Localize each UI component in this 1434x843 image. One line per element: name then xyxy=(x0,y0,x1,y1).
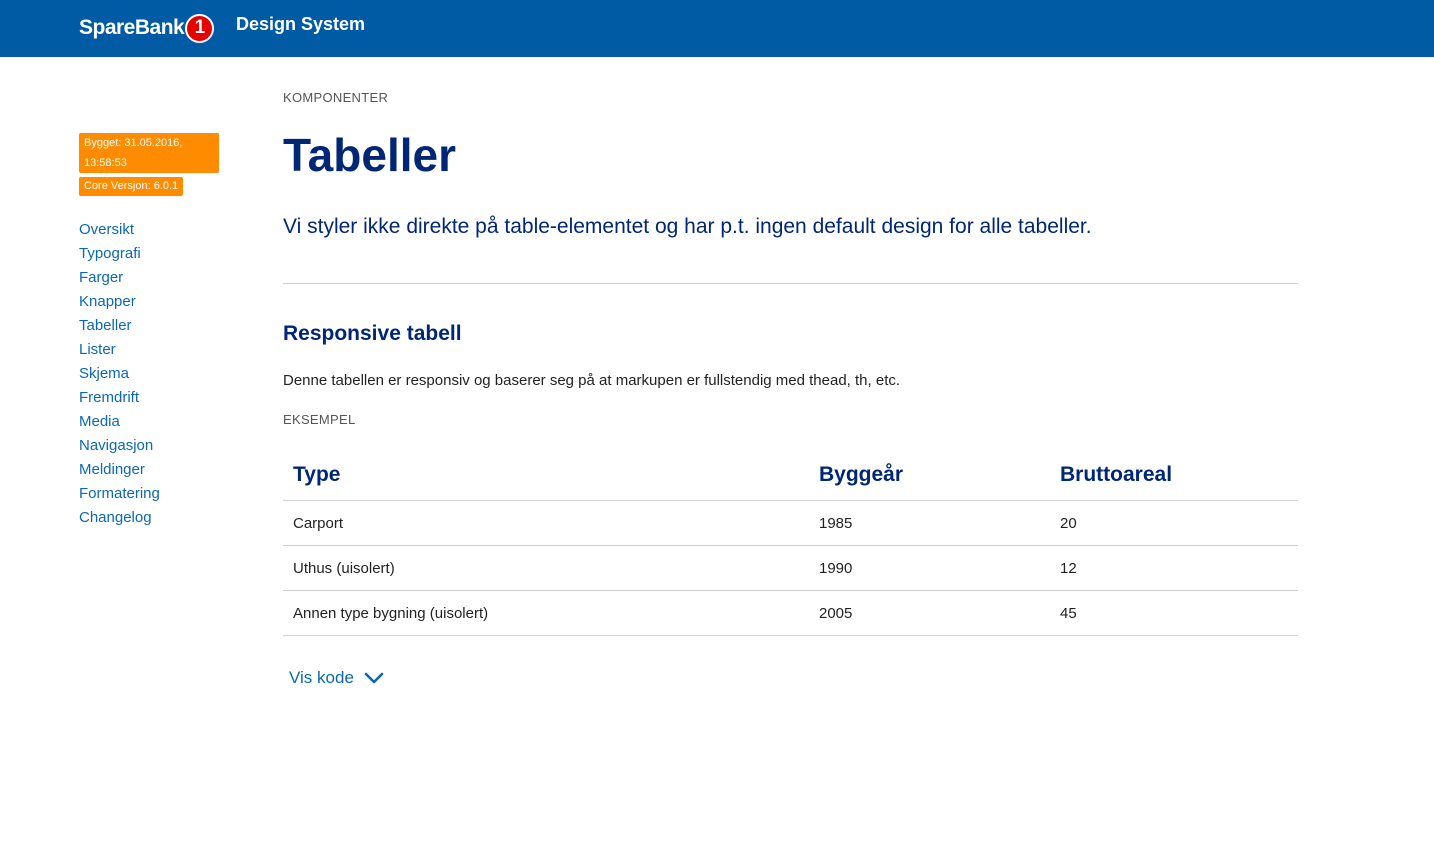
column-header-type: Type xyxy=(283,450,809,501)
table-cell: Uthus (uisolert) xyxy=(283,545,809,591)
sidebar-link[interactable]: Knapper xyxy=(79,293,136,310)
sidebar-item-navigasjon: Navigasjon xyxy=(79,434,160,458)
sidebar-link[interactable]: Typografi xyxy=(79,245,141,262)
sidebar-item-formatering: Formatering xyxy=(79,482,160,506)
category-label: KOMPONENTER xyxy=(283,90,389,105)
sidebar-nav: Oversikt Typografi Farger Knapper Tabell… xyxy=(79,218,160,530)
sidebar-item-fremdrift: Fremdrift xyxy=(79,386,160,410)
table-row: Uthus (uisolert) 1990 12 xyxy=(283,545,1298,591)
sidebar-link[interactable]: Tabeller xyxy=(79,317,132,334)
sidebar-link[interactable]: Media xyxy=(79,413,120,430)
logo-text: SpareBank xyxy=(79,16,185,39)
core-version-badge: Core Versjon: 6.0.1 xyxy=(79,177,184,196)
sidebar-item-knapper: Knapper xyxy=(79,290,160,314)
sidebar-item-meldinger: Meldinger xyxy=(79,458,160,482)
sidebar-item-typografi: Typografi xyxy=(79,242,160,266)
table-cell: 20 xyxy=(1050,500,1298,546)
table-cell: 45 xyxy=(1050,590,1298,636)
table-cell: 12 xyxy=(1050,545,1298,591)
page-title: Tabeller xyxy=(283,129,456,181)
table-header-row: Type Byggeår Bruttoareal xyxy=(283,450,1298,501)
table-row: Annen type bygning (uisolert) 2005 45 xyxy=(283,590,1298,636)
sidebar-item-media: Media xyxy=(79,410,160,434)
sidebar: Bygget: 31.05.2016, 13:58:53 Core Versjo… xyxy=(79,133,239,526)
site-title[interactable]: Design System xyxy=(236,14,365,35)
table-cell: 2005 xyxy=(809,590,1050,636)
table-cell: Carport xyxy=(283,500,809,546)
sidebar-link[interactable]: Skjema xyxy=(79,365,129,382)
show-code-toggle[interactable]: Vis kode xyxy=(289,668,384,688)
divider xyxy=(283,283,1298,284)
table-cell: 1985 xyxy=(809,500,1050,546)
sidebar-item-oversikt: Oversikt xyxy=(79,218,160,242)
example-table: Type Byggeår Bruttoareal Carport 1985 20… xyxy=(283,450,1298,636)
section-description: Denne tabellen er responsiv og baserer s… xyxy=(283,372,901,389)
logo-badge-icon: 1 xyxy=(185,13,215,43)
sparebank-logo[interactable]: SpareBank 1 xyxy=(79,12,215,44)
section-title: Responsive tabell xyxy=(283,322,462,345)
show-code-label: Vis kode xyxy=(289,668,354,687)
sidebar-link[interactable]: Navigasjon xyxy=(79,437,153,454)
sidebar-item-lister: Lister xyxy=(79,338,160,362)
sidebar-link[interactable]: Oversikt xyxy=(79,221,134,238)
sidebar-item-skjema: Skjema xyxy=(79,362,160,386)
column-header-area: Bruttoareal xyxy=(1050,450,1298,501)
sidebar-link[interactable]: Meldinger xyxy=(79,461,145,478)
column-header-year: Byggeår xyxy=(809,450,1050,501)
table-cell: Annen type bygning (uisolert) xyxy=(283,590,809,636)
lead-paragraph: Vi styler ikke direkte på table-elemente… xyxy=(283,215,1092,238)
chevron-down-icon xyxy=(364,672,384,684)
sidebar-item-farger: Farger xyxy=(79,266,160,290)
table-row: Carport 1985 20 xyxy=(283,500,1298,546)
top-bar: SpareBank 1 Design System xyxy=(0,0,1434,57)
sidebar-link[interactable]: Changelog xyxy=(79,509,152,526)
example-label: EKSEMPEL xyxy=(283,412,356,427)
sidebar-link[interactable]: Formatering xyxy=(79,485,160,502)
sidebar-link[interactable]: Farger xyxy=(79,269,123,286)
table-cell: 1990 xyxy=(809,545,1050,591)
build-badge: Bygget: 31.05.2016, 13:58:53 xyxy=(79,133,219,173)
sidebar-item-changelog: Changelog xyxy=(79,506,160,530)
sidebar-link[interactable]: Lister xyxy=(79,341,116,358)
sidebar-link[interactable]: Fremdrift xyxy=(79,389,139,406)
sidebar-item-tabeller: Tabeller xyxy=(79,314,160,338)
